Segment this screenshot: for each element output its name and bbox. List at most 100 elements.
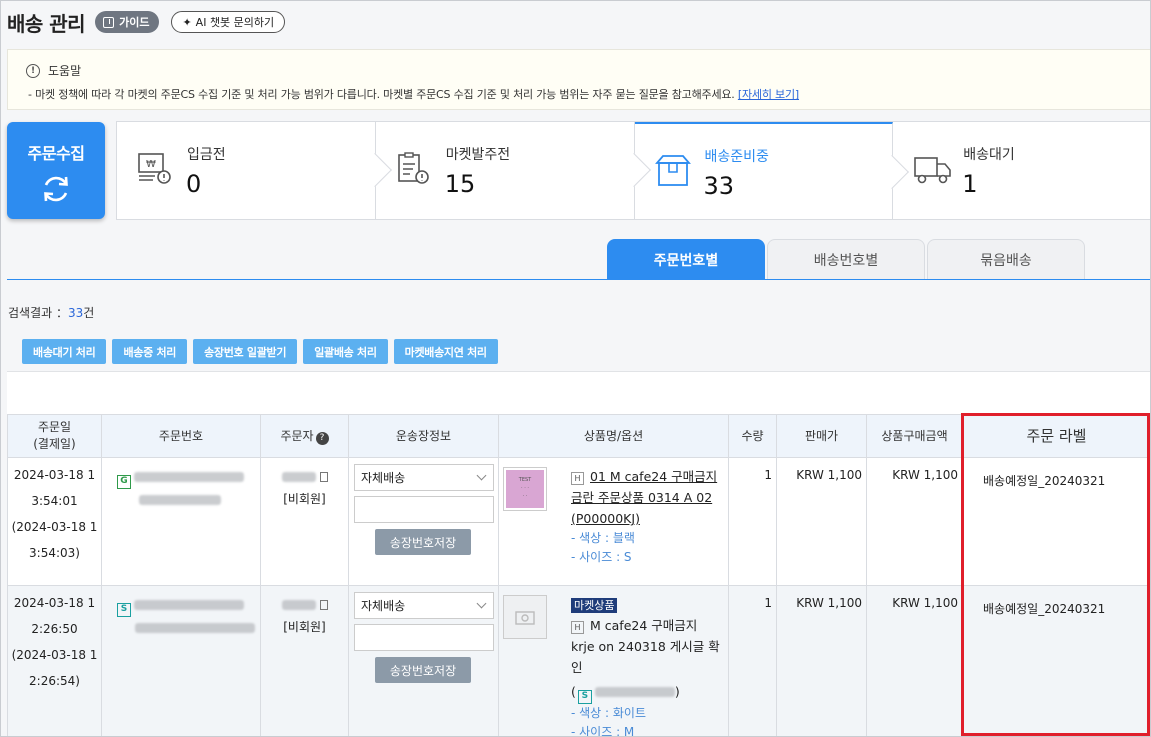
bulk-invoice-button[interactable]: 송장번호 일괄받기 bbox=[193, 339, 298, 364]
order-label-cell: 배송예정일_20240321 bbox=[962, 585, 1150, 736]
product-code-redacted bbox=[594, 687, 675, 697]
h-badge: H bbox=[571, 621, 584, 634]
view-tabs: 주문번호별 배송번호별 묶음배송 bbox=[607, 239, 1085, 279]
status-card-preparing[interactable]: 배송준비중 33 bbox=[634, 122, 910, 219]
order-number-redacted[interactable] bbox=[134, 600, 244, 610]
in-shipping-button[interactable]: 배송중 처리 bbox=[112, 339, 188, 364]
help-box: ! 도움말 - 마켓 정책에 따라 각 마켓의 주문CS 수집 기준 및 처리 … bbox=[7, 49, 1150, 110]
bulk-action-bar: 배송대기 처리 배송중 처리 송장번호 일괄받기 일괄배송 처리 마켓배송지연 … bbox=[22, 339, 498, 364]
price-cell: KRW 1,100 bbox=[776, 585, 867, 736]
product-thumbnail[interactable]: TEST · · · · · bbox=[503, 467, 547, 511]
header-price: 판매가 bbox=[776, 414, 867, 458]
order-collect-button[interactable]: 주문수집 bbox=[7, 122, 105, 219]
market-delay-button[interactable]: 마켓배송지연 처리 bbox=[393, 339, 498, 364]
header-order-number: 주문번호 bbox=[101, 414, 261, 458]
status-count: 33 bbox=[703, 172, 735, 200]
shipping-wait-button[interactable]: 배송대기 처리 bbox=[22, 339, 107, 364]
table-row: 2024-03-18 1 3:54:01 (2024-03-18 1 3:54:… bbox=[7, 457, 1150, 586]
help-icon[interactable]: ? bbox=[315, 431, 329, 445]
option-color: - 색상 : 화이트 bbox=[571, 706, 647, 720]
status-cards: ₩ 입금전 0 마켓발주전 15 배송준비중 33 배송대기 1 bbox=[116, 121, 1150, 220]
tracking-cell: 자체배송 송장번호저장 bbox=[348, 457, 499, 586]
option-size: - 사이즈 : M bbox=[571, 725, 635, 737]
table-row: 2024-03-18 1 2:26:50 (2024-03-18 1 2:26:… bbox=[7, 585, 1150, 737]
price-cell: KRW 1,100 bbox=[776, 457, 867, 586]
buyer-name-redacted[interactable] bbox=[281, 472, 316, 482]
option-size: - 사이즈 : S bbox=[571, 550, 632, 564]
amount-cell: KRW 1,100 bbox=[866, 585, 963, 736]
status-card-waiting[interactable]: 배송대기 1 bbox=[893, 122, 1150, 219]
deposit-icon: ₩ bbox=[138, 153, 171, 184]
save-tracking-button[interactable]: 송장번호저장 bbox=[375, 657, 471, 683]
help-text: - 마켓 정책에 따라 각 마켓의 주문CS 수집 기준 및 처리 가능 범위가… bbox=[28, 88, 799, 101]
market-badge: G bbox=[117, 475, 131, 489]
order-table: 주문일 (결제일) 주문번호 주문자? 운송장정보 상품명/옵션 수량 판매가 … bbox=[7, 414, 1150, 737]
product-thumbnail[interactable] bbox=[503, 595, 547, 639]
book-icon bbox=[103, 16, 115, 28]
market-order-redacted bbox=[135, 623, 255, 633]
truck-icon bbox=[914, 157, 952, 184]
status-count: 1 bbox=[962, 170, 978, 198]
order-number-redacted[interactable] bbox=[134, 472, 244, 482]
product-link[interactable]: 01 M cafe24 구매금지 금란 주문상품 0314 A 02 (P000… bbox=[571, 469, 717, 526]
ai-chatbot-button[interactable]: ✦ AI 챗봇 문의하기 bbox=[171, 11, 286, 33]
memo-icon[interactable] bbox=[319, 472, 328, 482]
app-frame: 배송 관리 가이드 ✦ AI 챗봇 문의하기 ! 도움말 - 마켓 정책에 따라… bbox=[0, 0, 1151, 737]
product-cell: 마켓상품 HM cafe24 구매금지 krje on 240318 게시글 확… bbox=[498, 585, 729, 737]
header-buyer: 주문자? bbox=[260, 414, 349, 458]
status-card-market-pre-order[interactable]: 마켓발주전 15 bbox=[376, 122, 651, 219]
search-result-count: 검색결과 ：33건 bbox=[8, 306, 95, 320]
carrier-select[interactable]: 자체배송 bbox=[354, 592, 494, 619]
status-count: 0 bbox=[186, 170, 202, 198]
order-date-cell: 2024-03-18 1 3:54:01 (2024-03-18 1 3:54:… bbox=[7, 457, 102, 586]
memo-icon[interactable] bbox=[319, 600, 328, 610]
help-title: 도움말 bbox=[48, 64, 82, 78]
header-tracking-info: 운송장정보 bbox=[348, 414, 499, 458]
page-title: 배송 관리 bbox=[7, 11, 86, 36]
order-number-cell: S bbox=[101, 585, 261, 736]
status-name: 입금전 bbox=[187, 147, 226, 163]
header-quantity: 수량 bbox=[728, 414, 777, 458]
save-tracking-button[interactable]: 송장번호저장 bbox=[375, 529, 471, 555]
sparkle-icon: ✦ bbox=[182, 15, 192, 29]
status-name: 마켓발주전 bbox=[445, 147, 511, 163]
clipboard-alert-icon bbox=[397, 152, 429, 184]
table-header-row: 주문일 (결제일) 주문번호 주문자? 운송장정보 상품명/옵션 수량 판매가 … bbox=[7, 414, 1150, 458]
guide-button[interactable]: 가이드 bbox=[95, 11, 160, 33]
tab-bundle-shipping[interactable]: 묶음배송 bbox=[927, 239, 1085, 279]
refresh-icon bbox=[44, 176, 68, 202]
info-icon: ! bbox=[26, 63, 40, 78]
tracking-number-input[interactable] bbox=[354, 496, 494, 523]
image-placeholder-icon bbox=[515, 611, 535, 625]
tab-by-shipping-number[interactable]: 배송번호별 bbox=[767, 239, 925, 279]
order-date-cell: 2024-03-18 1 2:26:50 (2024-03-18 1 2:26:… bbox=[7, 585, 102, 736]
option-color: - 색상 : 블랙 bbox=[571, 531, 635, 545]
order-number-cell: G bbox=[101, 457, 261, 586]
tracking-cell: 자체배송 송장번호저장 bbox=[348, 585, 499, 736]
carrier-select[interactable]: 자체배송 bbox=[354, 464, 494, 491]
quantity-cell: 1 bbox=[728, 585, 777, 736]
market-badge: S bbox=[577, 690, 592, 704]
header-purchase-amount: 상품구매금액 bbox=[866, 414, 963, 458]
market-product-tag: 마켓상품 bbox=[571, 598, 618, 613]
buyer-cell: [비회원] bbox=[260, 457, 349, 586]
status-card-deposit[interactable]: ₩ 입금전 0 bbox=[117, 122, 392, 219]
tab-by-order-number[interactable]: 주문번호별 bbox=[607, 239, 765, 279]
buyer-name-redacted[interactable] bbox=[281, 600, 316, 610]
help-more-link[interactable]: [자세히 보기] bbox=[738, 88, 799, 101]
market-badge: S bbox=[117, 603, 131, 617]
buyer-cell: [비회원] bbox=[260, 585, 349, 736]
status-count: 15 bbox=[444, 170, 476, 198]
table-toolbar-area bbox=[7, 371, 1150, 414]
product-cell: TEST · · · · · H 01 M cafe24 구매금지 금란 주문상품 0… bbox=[498, 457, 729, 586]
tab-divider bbox=[7, 279, 1150, 280]
page-header: 배송 관리 가이드 ✦ AI 챗봇 문의하기 bbox=[7, 9, 286, 36]
header-product: 상품명/옵션 bbox=[498, 414, 729, 458]
product-name[interactable]: M cafe24 구매금지 krje on 240318 게시글 확인 bbox=[571, 618, 720, 675]
market-order-redacted bbox=[139, 495, 221, 505]
tracking-number-input[interactable] bbox=[354, 624, 494, 651]
header-order-label: 주문 라벨 bbox=[962, 414, 1150, 458]
status-name: 배송대기 bbox=[963, 147, 1015, 163]
order-label-cell: 배송예정일_20240321 bbox=[962, 457, 1150, 586]
bulk-shipping-button[interactable]: 일괄배송 처리 bbox=[303, 339, 388, 364]
